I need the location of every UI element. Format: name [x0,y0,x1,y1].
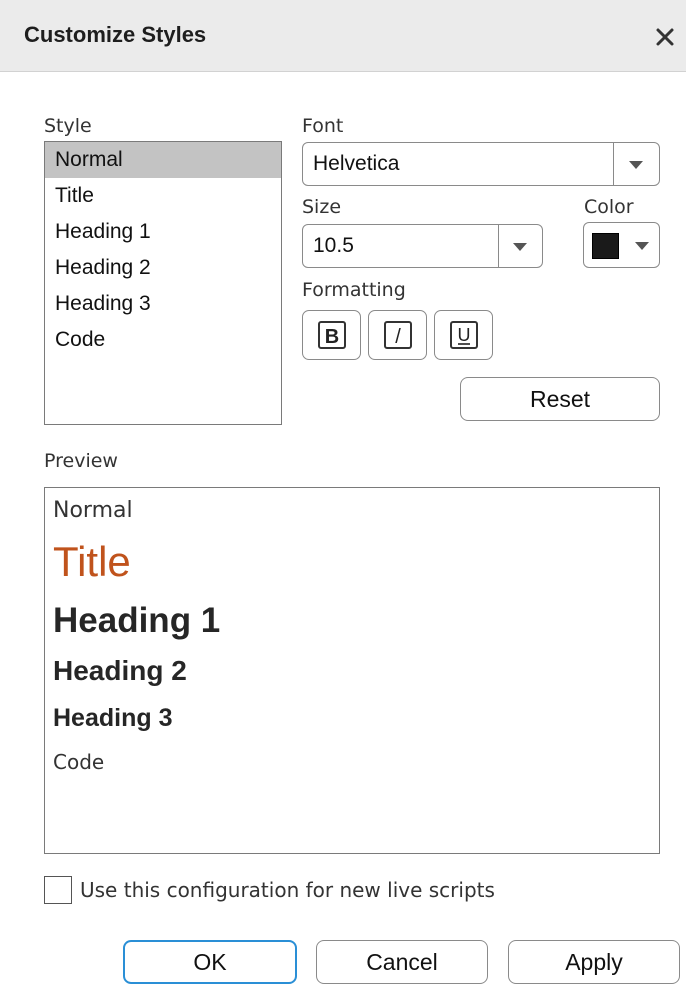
preview-pane: Normal Title Heading 1 Heading 2 Heading… [44,487,660,854]
style-item-heading-3[interactable]: Heading 3 [45,286,281,322]
preview-heading-1: Heading 1 [53,601,221,640]
preview-normal: Normal [53,498,133,523]
dialog-title: Customize Styles [24,22,207,47]
close-button[interactable] [650,22,680,52]
svg-text:/: / [395,326,401,348]
customize-styles-dialog: Customize Styles Style Normal Title Head… [0,0,686,998]
reset-button[interactable]: Reset [460,377,660,421]
color-swatch [592,233,619,259]
svg-text:B: B [324,326,338,348]
style-item-title[interactable]: Title [45,178,281,214]
font-value: Helvetica [313,152,400,175]
bold-icon: B [317,321,346,349]
formatting-label: Formatting [302,279,406,301]
chevron-down-icon [513,243,527,251]
preview-code: Code [53,750,105,774]
underline-icon: U [449,321,478,349]
ok-button[interactable]: OK [123,940,297,984]
close-icon [656,28,674,46]
italic-button[interactable]: / [368,310,427,360]
color-picker-button[interactable] [583,222,660,268]
cancel-button[interactable]: Cancel [316,940,488,984]
font-dropdown[interactable]: Helvetica [302,142,660,186]
preview-heading-2: Heading 2 [53,655,187,686]
style-item-normal[interactable]: Normal [45,142,281,178]
font-label: Font [302,115,344,137]
size-label: Size [302,196,342,218]
italic-icon: / [383,321,412,349]
font-dropdown-divider [613,143,614,185]
preview-label: Preview [44,450,118,472]
size-dropdown[interactable]: 10.5 [302,224,543,268]
size-dropdown-divider [498,225,499,267]
chevron-down-icon [629,161,643,169]
apply-button[interactable]: Apply [508,940,680,984]
style-list[interactable]: Normal Title Heading 1 Heading 2 Heading… [44,141,282,425]
title-bar: Customize Styles [0,0,686,72]
style-item-heading-1[interactable]: Heading 1 [45,214,281,250]
chevron-down-icon [635,242,649,250]
underline-button[interactable]: U [434,310,493,360]
bold-button[interactable]: B [302,310,361,360]
preview-title: Title [53,538,131,585]
color-label: Color [584,196,634,218]
style-item-code[interactable]: Code [45,322,281,358]
style-label: Style [44,115,92,137]
preview-heading-3: Heading 3 [53,704,173,732]
new-live-scripts-checkbox[interactable] [44,876,72,904]
style-item-heading-2[interactable]: Heading 2 [45,250,281,286]
new-live-scripts-label[interactable]: Use this configuration for new live scri… [80,878,495,902]
svg-text:U: U [457,325,470,345]
size-value: 10.5 [313,234,354,257]
